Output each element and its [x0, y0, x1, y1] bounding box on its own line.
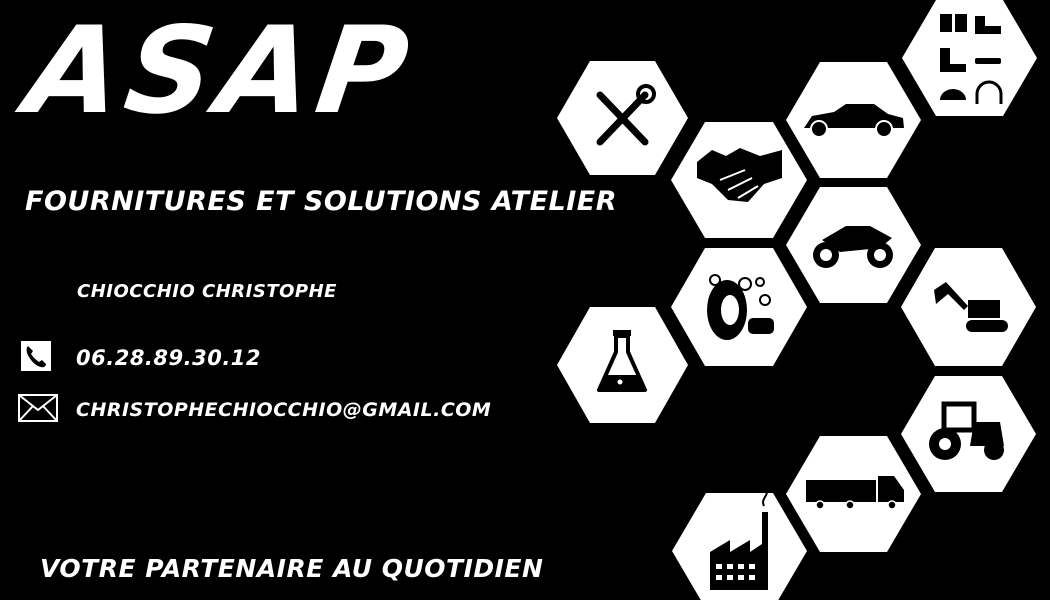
handshake-icon [671, 122, 807, 238]
safety-equipment-icon [902, 0, 1037, 116]
tractor-icon [901, 376, 1036, 492]
tire-cleaning-icon [671, 248, 807, 366]
chemistry-flask-icon [557, 307, 688, 423]
excavator-icon [901, 248, 1036, 366]
motorcycle-icon [786, 187, 921, 303]
truck-icon [786, 436, 921, 552]
car-icon [786, 62, 921, 178]
tools-icon [557, 61, 688, 175]
hexagon-grid [557, 0, 1037, 600]
